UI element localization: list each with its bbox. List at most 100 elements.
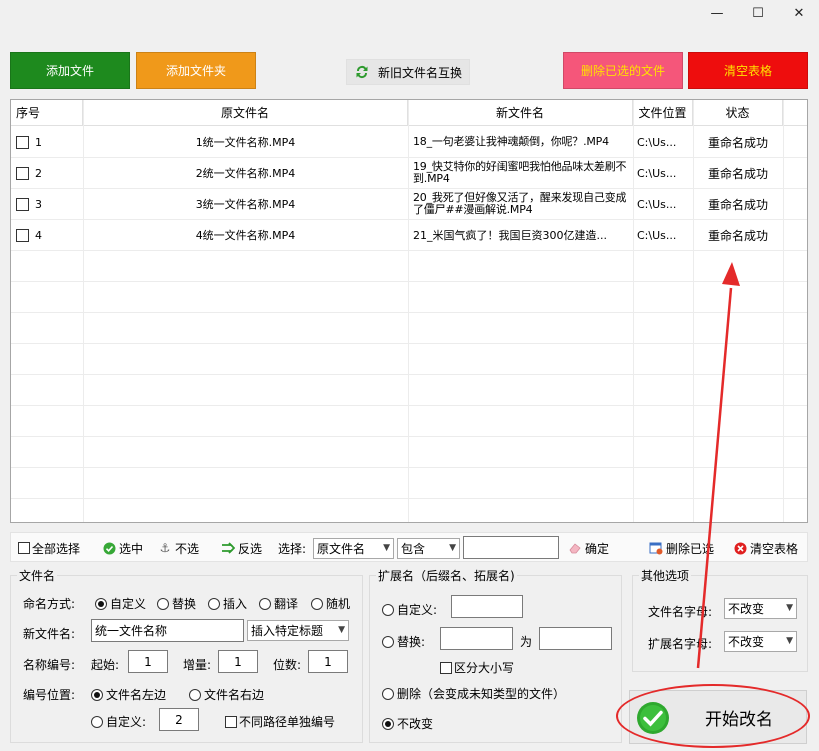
position-radio-right[interactable]: 文件名右边 bbox=[189, 686, 264, 703]
start-number-input[interactable]: 1 bbox=[128, 650, 168, 673]
invert-label: 反选 bbox=[238, 541, 263, 556]
cell-old-name: 4统一文件名称.MP4 bbox=[195, 229, 296, 242]
row-index: 2 bbox=[35, 166, 42, 180]
digits-input[interactable]: 1 bbox=[308, 650, 348, 673]
invert-icon bbox=[221, 541, 235, 555]
cell-new-name: 21_米国气疯了！我国巨资300亿建造... bbox=[413, 229, 607, 242]
ext-replace-from-input[interactable] bbox=[440, 627, 513, 650]
col-header-index[interactable]: 序号 bbox=[11, 100, 83, 126]
filename-case-label: 文件名字母: bbox=[648, 605, 713, 619]
separate-paths-checkbox[interactable]: 不同路径单独编号 bbox=[225, 713, 335, 730]
table-row[interactable]: 3 bbox=[16, 189, 81, 219]
insert-title-select[interactable]: 插入特定标题 ▼ bbox=[247, 620, 349, 641]
file-table[interactable]: 序号 原文件名 新文件名 文件位置 状态 1 1统一文件名称.MP4 18_一句… bbox=[10, 99, 808, 523]
table-row[interactable]: 2 bbox=[16, 158, 81, 188]
window-delete-icon bbox=[649, 541, 663, 555]
cell-status: 重命名成功 bbox=[707, 135, 768, 150]
select-button[interactable]: 选中 bbox=[102, 537, 143, 559]
ext-radio-keep[interactable]: 不改变 bbox=[382, 715, 433, 732]
filter-op-select[interactable]: 包含 ▼ bbox=[397, 538, 460, 559]
other-options-title: 其他选项 bbox=[639, 567, 692, 584]
cell-location: C:\Us... bbox=[637, 197, 677, 211]
toolbar-clear-table-button[interactable]: 清空表格 bbox=[733, 537, 798, 559]
row-index: 4 bbox=[35, 228, 42, 242]
cell-status: 重命名成功 bbox=[707, 228, 768, 243]
case-sensitive-checkbox[interactable]: 区分大小写 bbox=[440, 659, 514, 676]
select-label: 选中 bbox=[119, 541, 144, 556]
col-header-filler bbox=[783, 100, 807, 126]
ext-case-label: 扩展名字母: bbox=[648, 637, 713, 651]
filter-op-value: 包含 bbox=[401, 542, 426, 556]
close-circle-icon bbox=[733, 541, 747, 555]
col-header-new-name[interactable]: 新文件名 bbox=[408, 100, 633, 126]
radio-icon bbox=[259, 598, 271, 610]
position-radio-left[interactable]: 文件名左边 bbox=[91, 686, 166, 703]
ext-case-select[interactable]: 不改变 ▼ bbox=[724, 631, 797, 652]
radio-icon bbox=[311, 598, 323, 610]
invert-selection-button[interactable]: 反选 bbox=[221, 537, 262, 559]
mode-radio-translate[interactable]: 翻译 bbox=[259, 595, 298, 612]
cell-status: 重命名成功 bbox=[707, 197, 768, 212]
checkbox-icon bbox=[440, 662, 452, 674]
ext-radio-custom[interactable]: 自定义: bbox=[382, 601, 437, 618]
table-row[interactable]: 1 bbox=[16, 127, 81, 157]
cell-new-name: 18_一句老婆让我神魂颠倒，你呢？.MP4 bbox=[413, 135, 609, 148]
ext-replace-to-input[interactable] bbox=[539, 627, 612, 650]
cell-new-name: 19_快艾特你的好闺蜜吧我怕他品味太差刷不到.MP4 bbox=[413, 160, 627, 185]
row-checkbox[interactable] bbox=[16, 228, 29, 242]
delete-selected-label: 删除已选 bbox=[666, 541, 715, 556]
filter-value-input[interactable] bbox=[463, 536, 559, 559]
new-name-input[interactable]: 统一文件名称 bbox=[91, 619, 244, 642]
table-row[interactable]: 4 bbox=[16, 220, 81, 250]
filter-field-value: 原文件名 bbox=[317, 542, 366, 556]
swap-names-button[interactable]: 新旧文件名互换 bbox=[346, 59, 470, 85]
chevron-down-icon: ▼ bbox=[449, 543, 456, 553]
filename-case-select[interactable]: 不改变 ▼ bbox=[724, 598, 797, 619]
cell-status: 重命名成功 bbox=[707, 166, 768, 181]
row-checkbox[interactable] bbox=[16, 197, 29, 211]
deselect-button[interactable]: ⚓ 不选 bbox=[158, 537, 199, 559]
col-header-location[interactable]: 文件位置 bbox=[633, 100, 693, 126]
confirm-label: 确定 bbox=[585, 541, 610, 556]
filter-label: 选择: bbox=[278, 541, 307, 556]
select-all-checkbox[interactable]: 全部选择 bbox=[18, 537, 80, 559]
mode-radio-custom[interactable]: 自定义 bbox=[95, 595, 146, 612]
ext-radio-delete[interactable]: 删除（会变成未知类型的文件） bbox=[382, 685, 565, 702]
mode-radio-replace[interactable]: 替换 bbox=[157, 595, 196, 612]
col-header-old-name[interactable]: 原文件名 bbox=[83, 100, 408, 126]
position-custom-input[interactable]: 2 bbox=[159, 708, 199, 731]
radio-icon bbox=[157, 598, 169, 610]
start-label: 起始: bbox=[91, 658, 120, 672]
cell-location: C:\Us... bbox=[637, 166, 677, 180]
increment-input[interactable]: 1 bbox=[218, 650, 258, 673]
extension-group: 扩展名（后缀名、拓展名) 自定义: 替换: 为 区分大小写 删除（会变成未知类型… bbox=[369, 567, 622, 743]
clear-table-button[interactable]: 清空表格 bbox=[688, 52, 808, 89]
add-folder-button[interactable]: 添加文件夹 bbox=[136, 52, 256, 89]
confirm-button[interactable]: 确定 bbox=[568, 537, 609, 559]
minimize-button[interactable]: — bbox=[697, 0, 737, 26]
ext-radio-replace[interactable]: 替换: bbox=[382, 633, 425, 650]
filename-group-title: 文件名 bbox=[17, 567, 58, 584]
mode-radio-random[interactable]: 随机 bbox=[311, 595, 350, 612]
maximize-button[interactable]: ☐ bbox=[738, 0, 778, 26]
cell-old-name: 3统一文件名称.MP4 bbox=[195, 198, 296, 211]
delete-selected-files-button[interactable]: 删除已选的文件 bbox=[563, 52, 683, 89]
swap-names-label: 新旧文件名互换 bbox=[377, 65, 462, 80]
radio-icon bbox=[95, 598, 107, 610]
digits-label: 位数: bbox=[273, 658, 302, 672]
naming-mode-label: 命名方式: bbox=[23, 597, 76, 611]
col-header-status[interactable]: 状态 bbox=[693, 100, 783, 126]
filter-field-select[interactable]: 原文件名 ▼ bbox=[313, 538, 394, 559]
annotation-oval bbox=[616, 684, 810, 748]
position-radio-custom[interactable]: 自定义: bbox=[91, 713, 146, 730]
radio-icon bbox=[189, 689, 201, 701]
row-checkbox[interactable] bbox=[16, 166, 29, 180]
mode-radio-insert[interactable]: 插入 bbox=[208, 595, 247, 612]
radio-icon bbox=[91, 689, 103, 701]
toolbar-delete-selected-button[interactable]: 删除已选 bbox=[649, 537, 714, 559]
anchor-icon: ⚓ bbox=[159, 541, 171, 555]
add-file-button[interactable]: 添加文件 bbox=[10, 52, 130, 89]
ext-custom-input[interactable] bbox=[451, 595, 523, 618]
row-checkbox[interactable] bbox=[16, 135, 29, 149]
close-button[interactable]: ✕ bbox=[779, 0, 819, 26]
